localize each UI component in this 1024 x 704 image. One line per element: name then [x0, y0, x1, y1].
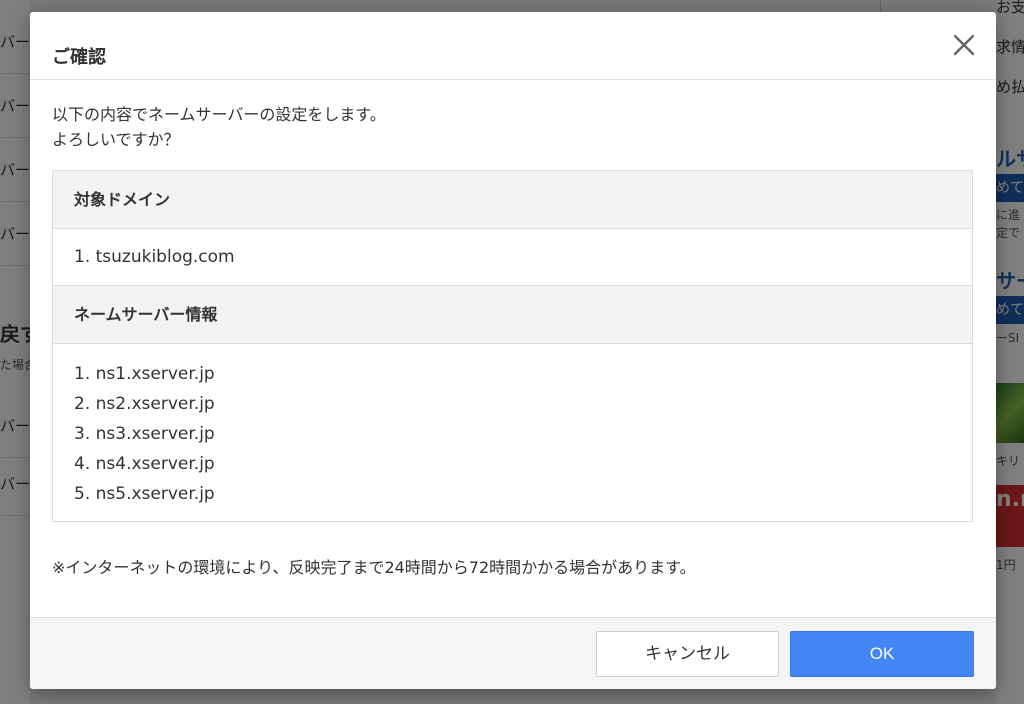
- domain-header: 対象ドメイン: [53, 171, 972, 229]
- nameserver-item: 3. ns3.xserver.jp: [74, 424, 215, 444]
- nameserver-item: 5. ns5.xserver.jp: [74, 484, 215, 504]
- nameserver-list: 1. ns1.xserver.jp 2. ns2.xserver.jp 3. n…: [53, 344, 972, 521]
- close-icon: [953, 34, 975, 56]
- dialog-message: 以下の内容でネームサーバーの設定をします。 よろしいですか？: [52, 102, 386, 152]
- nameserver-item: 4. ns4.xserver.jp: [74, 454, 215, 474]
- dialog-message-line: 以下の内容でネームサーバーの設定をします。: [52, 105, 386, 124]
- dialog-footer: キャンセル OK: [30, 617, 996, 689]
- nameserver-item: 2. ns2.xserver.jp: [74, 394, 215, 414]
- ok-button[interactable]: OK: [790, 631, 974, 677]
- nameserver-item: 1. ns1.xserver.jp: [74, 364, 215, 384]
- domain-value: 1. tsuzukiblog.com: [53, 229, 972, 286]
- cancel-button[interactable]: キャンセル: [596, 631, 779, 677]
- settings-summary-table: 対象ドメイン 1. tsuzukiblog.com ネームサーバー情報 1. n…: [52, 170, 973, 522]
- confirmation-dialog: ご確認 以下の内容でネームサーバーの設定をします。 よろしいですか？ 対象ドメイ…: [30, 12, 996, 689]
- propagation-note: ※インターネットの環境により、反映完了まで24時間から72時間かかる場合がありま…: [52, 558, 696, 577]
- dialog-message-line: よろしいですか？: [52, 130, 180, 149]
- close-button[interactable]: [949, 30, 979, 60]
- dialog-header: ご確認: [30, 12, 996, 80]
- nameserver-header: ネームサーバー情報: [53, 286, 972, 344]
- dialog-title: ご確認: [52, 47, 106, 68]
